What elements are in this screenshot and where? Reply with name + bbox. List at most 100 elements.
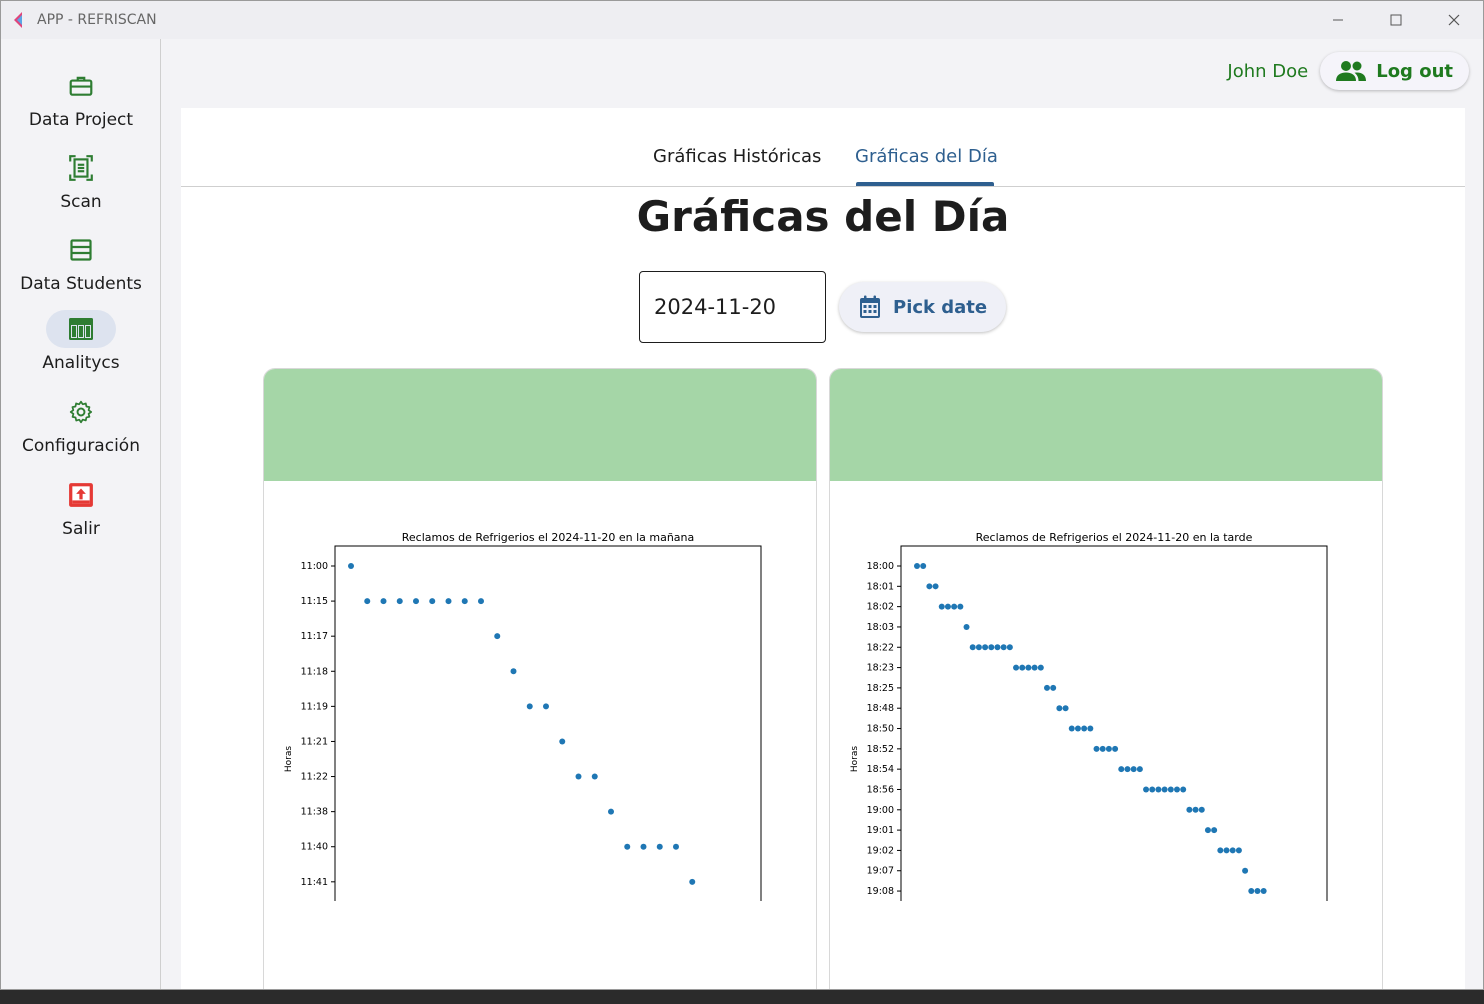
pick-date-label: Pick date bbox=[893, 296, 988, 318]
maximize-button[interactable] bbox=[1367, 1, 1425, 39]
data-point bbox=[348, 563, 354, 569]
data-point bbox=[1211, 827, 1218, 834]
data-point bbox=[1254, 888, 1261, 895]
y-tick-label: 19:02 bbox=[867, 845, 894, 856]
data-point bbox=[461, 598, 468, 605]
y-tick-label: 18:23 bbox=[867, 663, 894, 674]
data-point bbox=[1167, 786, 1174, 793]
tab-graficas-historicas[interactable]: Gráficas Históricas bbox=[653, 146, 821, 167]
data-point bbox=[1124, 766, 1131, 773]
title-bar: APP - REFRISCAN bbox=[1, 1, 1483, 39]
rail-item-salir[interactable]: Salir bbox=[1, 476, 161, 539]
logout-label: Log out bbox=[1376, 60, 1453, 82]
data-point bbox=[543, 703, 549, 710]
rail-item-data-project[interactable]: Data Project bbox=[1, 67, 161, 130]
data-point bbox=[1260, 888, 1267, 895]
main-content: Gráficas Históricas Gráficas del Día Grá… bbox=[181, 108, 1465, 989]
data-point bbox=[932, 583, 939, 590]
y-tick-label: 18:00 bbox=[867, 561, 894, 572]
plot-frame bbox=[900, 545, 1328, 901]
date-field[interactable]: 2024-11-20 bbox=[639, 271, 826, 343]
scan-icon bbox=[69, 155, 93, 181]
minimize-icon bbox=[1333, 19, 1343, 21]
data-point bbox=[1174, 786, 1180, 793]
y-tick-label: 19:01 bbox=[867, 825, 894, 836]
data-point bbox=[640, 843, 647, 850]
data-point bbox=[559, 738, 566, 745]
y-tick-label: 11:22 bbox=[301, 772, 328, 783]
chart-title: Reclamos de Refrigerios el 2024-11-20 en… bbox=[402, 531, 695, 544]
rail-item-analytics[interactable]: Analitycs bbox=[1, 310, 161, 373]
data-point bbox=[914, 563, 920, 569]
briefcase-icon bbox=[69, 76, 93, 96]
data-point bbox=[478, 598, 484, 605]
data-point bbox=[1037, 664, 1044, 671]
data-point bbox=[1186, 806, 1193, 813]
gear-icon bbox=[69, 400, 93, 424]
y-tick-label: 11:40 bbox=[301, 842, 328, 853]
pick-date-button[interactable]: Pick date bbox=[839, 282, 1006, 332]
data-point bbox=[1155, 786, 1162, 793]
data-point bbox=[494, 633, 501, 640]
data-point bbox=[1223, 847, 1230, 854]
rail-item-label: Data Project bbox=[28, 110, 134, 130]
data-point bbox=[1068, 725, 1075, 732]
card-header bbox=[830, 369, 1382, 481]
y-tick-label: 19:07 bbox=[867, 866, 894, 877]
user-bar: John Doe Log out bbox=[1227, 51, 1469, 91]
data-point bbox=[1242, 867, 1249, 874]
data-point bbox=[938, 603, 945, 610]
logout-button[interactable]: Log out bbox=[1320, 52, 1469, 90]
data-point bbox=[1031, 664, 1038, 671]
page-title: Gráficas del Día bbox=[636, 192, 1010, 241]
y-tick-label: 18:02 bbox=[867, 602, 894, 613]
tab-graficas-del-dia[interactable]: Gráficas del Día bbox=[855, 146, 998, 167]
y-tick-label: 18:25 bbox=[867, 683, 894, 694]
y-tick-label: 18:48 bbox=[867, 703, 894, 714]
data-point bbox=[1204, 827, 1211, 834]
data-point bbox=[951, 603, 958, 610]
active-indicator bbox=[46, 310, 116, 348]
minimize-button[interactable] bbox=[1309, 1, 1367, 39]
data-point bbox=[1025, 664, 1032, 671]
data-point bbox=[982, 644, 989, 651]
app-window: APP - REFRISCAN Data Project Scan Data S… bbox=[0, 0, 1484, 990]
y-tick-label: 11:19 bbox=[301, 701, 328, 712]
data-point bbox=[1093, 745, 1100, 752]
data-point bbox=[689, 878, 696, 885]
y-tick-label: 18:56 bbox=[867, 784, 894, 795]
scatter-plot-afternoon: Reclamos de Refrigerios el 2024-11-20 en… bbox=[850, 531, 1328, 901]
maximize-icon bbox=[1390, 14, 1402, 26]
user-name: John Doe bbox=[1227, 60, 1309, 82]
data-point bbox=[1198, 806, 1205, 813]
data-point bbox=[1192, 806, 1199, 813]
data-point bbox=[1013, 664, 1020, 671]
data-point bbox=[656, 843, 663, 850]
data-point bbox=[429, 598, 436, 605]
tab-active-indicator bbox=[856, 182, 994, 186]
data-point bbox=[926, 583, 933, 590]
rail-item-configuracion[interactable]: Configuración bbox=[1, 393, 161, 456]
data-point bbox=[1044, 684, 1050, 691]
data-point bbox=[1180, 786, 1187, 793]
rail-item-label: Data Students bbox=[20, 274, 142, 294]
data-point bbox=[396, 598, 403, 605]
close-button[interactable] bbox=[1425, 1, 1483, 39]
y-tick-label: 18:01 bbox=[867, 581, 894, 592]
y-tick-label: 11:17 bbox=[301, 631, 328, 642]
y-axis-label: Horas bbox=[284, 746, 294, 772]
data-point bbox=[1143, 786, 1150, 793]
data-point bbox=[445, 598, 452, 605]
rail-item-label: Scan bbox=[60, 192, 102, 212]
data-point bbox=[1006, 644, 1013, 651]
rail-item-scan[interactable]: Scan bbox=[1, 149, 161, 212]
exit-icon bbox=[69, 483, 93, 507]
chart-card-afternoon: Reclamos de Refrigerios el 2024-11-20 en… bbox=[829, 368, 1383, 989]
data-point bbox=[1062, 705, 1069, 712]
data-point bbox=[413, 598, 419, 605]
rail-item-data-students[interactable]: Data Students bbox=[1, 231, 161, 294]
data-point bbox=[1000, 644, 1007, 651]
y-tick-label: 11:15 bbox=[301, 596, 328, 607]
scatter-plot-morning: Reclamos de Refrigerios el 2024-11-20 en… bbox=[284, 531, 762, 901]
data-point bbox=[591, 773, 598, 780]
